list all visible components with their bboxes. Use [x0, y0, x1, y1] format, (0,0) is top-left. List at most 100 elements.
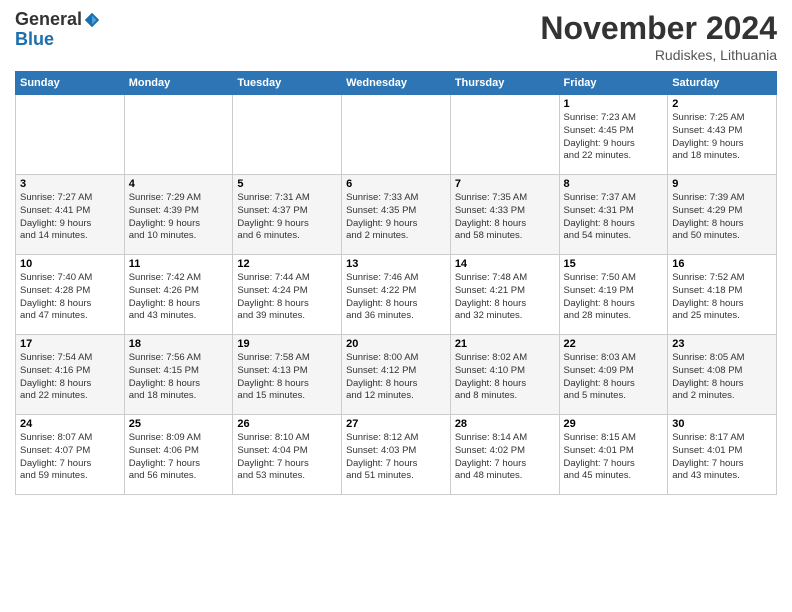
day-info: Sunrise: 8:02 AM Sunset: 4:10 PM Dayligh… [455, 352, 555, 403]
month-title: November 2024 [540, 10, 777, 47]
day-info: Sunrise: 8:12 AM Sunset: 4:03 PM Dayligh… [346, 432, 446, 483]
day-number: 21 [455, 338, 555, 350]
calendar-cell: 10 Sunrise: 7:40 AM Sunset: 4:28 PM Dayli… [16, 255, 125, 335]
calendar-header-friday: Friday [559, 72, 668, 95]
day-number: 5 [237, 178, 337, 190]
calendar-cell: 18Sunrise: 7:56 AM Sunset: 4:15 PM Dayli… [124, 335, 233, 415]
day-info: Sunrise: 8:00 AM Sunset: 4:12 PM Dayligh… [346, 352, 446, 403]
logo-icon [83, 11, 101, 29]
calendar-cell: 30 Sunrise: 8:17 AM Sunset: 4:01 PM Dayli… [668, 415, 777, 495]
day-number: 9 [672, 178, 772, 190]
day-info: Sunrise: 8:17 AM Sunset: 4:01 PM Dayligh… [672, 432, 772, 483]
day-number: 23 [672, 338, 772, 350]
day-number: 3 [20, 178, 120, 190]
calendar-cell: 7Sunrise: 7:35 AM Sunset: 4:33 PM Daylig… [450, 175, 559, 255]
day-number: 26 [237, 418, 337, 430]
calendar-week-1: 1 Sunrise: 7:23 AM Sunset: 4:45 PM Daylig… [16, 95, 777, 175]
day-number: 4 [129, 178, 229, 190]
day-info: Sunrise: 8:14 AM Sunset: 4:02 PM Dayligh… [455, 432, 555, 483]
calendar-cell: 12 Sunrise: 7:44 AM Sunset: 4:24 PM Dayli… [233, 255, 342, 335]
day-info: Sunrise: 7:25 AM Sunset: 4:43 PM Dayligh… [672, 112, 772, 163]
calendar-cell [16, 95, 125, 175]
day-number: 29 [564, 418, 664, 430]
day-info: Sunrise: 7:50 AM Sunset: 4:19 PM Dayligh… [564, 272, 664, 323]
calendar-cell: 4 Sunrise: 7:29 AM Sunset: 4:39 PM Daylig… [124, 175, 233, 255]
calendar-cell: 2Sunrise: 7:25 AM Sunset: 4:43 PM Daylig… [668, 95, 777, 175]
calendar-header-row: SundayMondayTuesdayWednesdayThursdayFrid… [16, 72, 777, 95]
calendar-cell: 19 Sunrise: 7:58 AM Sunset: 4:13 PM Dayli… [233, 335, 342, 415]
day-number: 24 [20, 418, 120, 430]
day-info: Sunrise: 8:03 AM Sunset: 4:09 PM Dayligh… [564, 352, 664, 403]
day-info: Sunrise: 7:39 AM Sunset: 4:29 PM Dayligh… [672, 192, 772, 243]
calendar-header-saturday: Saturday [668, 72, 777, 95]
day-number: 25 [129, 418, 229, 430]
calendar-cell: 9 Sunrise: 7:39 AM Sunset: 4:29 PM Daylig… [668, 175, 777, 255]
calendar: SundayMondayTuesdayWednesdayThursdayFrid… [15, 71, 777, 495]
day-info: Sunrise: 7:23 AM Sunset: 4:45 PM Dayligh… [564, 112, 664, 163]
day-number: 28 [455, 418, 555, 430]
calendar-header-sunday: Sunday [16, 72, 125, 95]
day-number: 17 [20, 338, 120, 350]
day-info: Sunrise: 7:40 AM Sunset: 4:28 PM Dayligh… [20, 272, 120, 323]
calendar-cell: 20 Sunrise: 8:00 AM Sunset: 4:12 PM Dayli… [342, 335, 451, 415]
calendar-cell [124, 95, 233, 175]
calendar-cell: 15Sunrise: 7:50 AM Sunset: 4:19 PM Dayli… [559, 255, 668, 335]
calendar-cell: 16 Sunrise: 7:52 AM Sunset: 4:18 PM Dayli… [668, 255, 777, 335]
day-info: Sunrise: 7:58 AM Sunset: 4:13 PM Dayligh… [237, 352, 337, 403]
calendar-cell: 14Sunrise: 7:48 AM Sunset: 4:21 PM Dayli… [450, 255, 559, 335]
title-block: November 2024 Rudiskes, Lithuania [540, 10, 777, 63]
day-info: Sunrise: 7:48 AM Sunset: 4:21 PM Dayligh… [455, 272, 555, 323]
calendar-header-wednesday: Wednesday [342, 72, 451, 95]
logo: General Blue [15, 10, 102, 50]
day-number: 8 [564, 178, 664, 190]
day-number: 19 [237, 338, 337, 350]
day-number: 22 [564, 338, 664, 350]
calendar-cell: 24Sunrise: 8:07 AM Sunset: 4:07 PM Dayli… [16, 415, 125, 495]
calendar-week-2: 3 Sunrise: 7:27 AM Sunset: 4:41 PM Daylig… [16, 175, 777, 255]
day-info: Sunrise: 7:29 AM Sunset: 4:39 PM Dayligh… [129, 192, 229, 243]
logo-text: General [15, 10, 102, 30]
calendar-cell: 6Sunrise: 7:33 AM Sunset: 4:35 PM Daylig… [342, 175, 451, 255]
day-info: Sunrise: 7:46 AM Sunset: 4:22 PM Dayligh… [346, 272, 446, 323]
calendar-cell: 21 Sunrise: 8:02 AM Sunset: 4:10 PM Dayli… [450, 335, 559, 415]
calendar-cell: 28 Sunrise: 8:14 AM Sunset: 4:02 PM Dayli… [450, 415, 559, 495]
calendar-header-tuesday: Tuesday [233, 72, 342, 95]
day-info: Sunrise: 7:42 AM Sunset: 4:26 PM Dayligh… [129, 272, 229, 323]
calendar-cell: 26Sunrise: 8:10 AM Sunset: 4:04 PM Dayli… [233, 415, 342, 495]
calendar-cell: 23Sunrise: 8:05 AM Sunset: 4:08 PM Dayli… [668, 335, 777, 415]
calendar-cell: 25 Sunrise: 8:09 AM Sunset: 4:06 PM Dayli… [124, 415, 233, 495]
day-number: 27 [346, 418, 446, 430]
calendar-cell: 3 Sunrise: 7:27 AM Sunset: 4:41 PM Daylig… [16, 175, 125, 255]
calendar-cell: 5 Sunrise: 7:31 AM Sunset: 4:37 PM Daylig… [233, 175, 342, 255]
calendar-cell [233, 95, 342, 175]
calendar-cell: 8 Sunrise: 7:37 AM Sunset: 4:31 PM Daylig… [559, 175, 668, 255]
location: Rudiskes, Lithuania [540, 47, 777, 63]
day-info: Sunrise: 8:09 AM Sunset: 4:06 PM Dayligh… [129, 432, 229, 483]
calendar-cell: 17 Sunrise: 7:54 AM Sunset: 4:16 PM Dayli… [16, 335, 125, 415]
day-number: 30 [672, 418, 772, 430]
day-number: 12 [237, 258, 337, 270]
calendar-header-thursday: Thursday [450, 72, 559, 95]
calendar-cell: 22 Sunrise: 8:03 AM Sunset: 4:09 PM Dayli… [559, 335, 668, 415]
day-info: Sunrise: 7:27 AM Sunset: 4:41 PM Dayligh… [20, 192, 120, 243]
day-info: Sunrise: 8:15 AM Sunset: 4:01 PM Dayligh… [564, 432, 664, 483]
day-number: 16 [672, 258, 772, 270]
day-number: 10 [20, 258, 120, 270]
day-number: 6 [346, 178, 446, 190]
calendar-cell: 29 Sunrise: 8:15 AM Sunset: 4:01 PM Dayli… [559, 415, 668, 495]
calendar-cell: 11 Sunrise: 7:42 AM Sunset: 4:26 PM Dayli… [124, 255, 233, 335]
day-info: Sunrise: 7:54 AM Sunset: 4:16 PM Dayligh… [20, 352, 120, 403]
calendar-week-3: 10 Sunrise: 7:40 AM Sunset: 4:28 PM Dayli… [16, 255, 777, 335]
day-info: Sunrise: 7:52 AM Sunset: 4:18 PM Dayligh… [672, 272, 772, 323]
day-info: Sunrise: 7:44 AM Sunset: 4:24 PM Dayligh… [237, 272, 337, 323]
day-number: 1 [564, 98, 664, 110]
day-info: Sunrise: 7:56 AM Sunset: 4:15 PM Dayligh… [129, 352, 229, 403]
calendar-cell: 27 Sunrise: 8:12 AM Sunset: 4:03 PM Dayli… [342, 415, 451, 495]
day-number: 20 [346, 338, 446, 350]
day-number: 13 [346, 258, 446, 270]
page: General Blue November 2024 Rudiskes, Lit… [0, 0, 792, 505]
day-number: 11 [129, 258, 229, 270]
day-info: Sunrise: 7:37 AM Sunset: 4:31 PM Dayligh… [564, 192, 664, 243]
day-info: Sunrise: 7:31 AM Sunset: 4:37 PM Dayligh… [237, 192, 337, 243]
logo-blue-text: Blue [15, 30, 102, 50]
